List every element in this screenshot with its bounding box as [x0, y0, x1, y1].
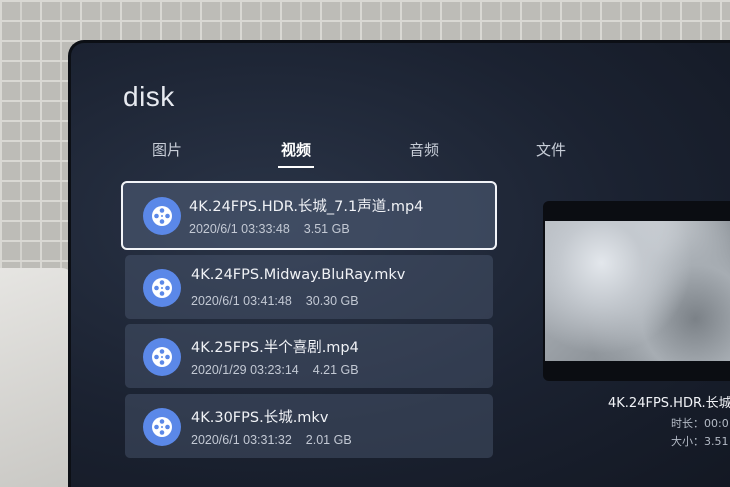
file-name: 4K.24FPS.HDR.长城_7.1声道.mp4: [189, 199, 424, 215]
list-item[interactable]: 4K.24FPS.Midway.BluRay.mkv 2020/6/1 03:4…: [125, 255, 493, 319]
preview-thumbnail: [545, 221, 730, 361]
file-name: 4K.30FPS.长城.mkv: [191, 410, 329, 426]
file-date: 2020/6/1 03:31:32: [191, 433, 292, 447]
file-meta: 2020/6/1 03:31:32 2.01 GB: [191, 433, 352, 447]
file-name: 4K.25FPS.半个喜剧.mp4: [191, 340, 359, 356]
file-meta: 2020/6/1 03:41:48 30.30 GB: [191, 294, 359, 308]
file-size: 3.51 GB: [303, 222, 350, 236]
file-date: 2020/6/1 03:33:48: [189, 222, 290, 236]
file-date: 2020/6/1 03:41:48: [191, 294, 292, 308]
page-title: disk: [123, 81, 175, 112]
list-item[interactable]: 4K.24FPS.HDR.长城_7.1声道.mp4 2020/6/1 03:33…: [121, 181, 497, 250]
video-reel-icon: [143, 338, 181, 376]
video-reel-icon: [143, 269, 181, 307]
video-preview[interactable]: [543, 201, 730, 381]
video-reel-icon: [143, 408, 181, 446]
file-name: 4K.24FPS.Midway.BluRay.mkv: [191, 267, 406, 283]
file-size: 4.21 GB: [312, 363, 359, 377]
video-reel-icon: [143, 197, 181, 235]
list-item[interactable]: 4K.25FPS.半个喜剧.mp4 2020/1/29 03:23:14 4.21…: [125, 324, 493, 388]
tv-screen: disk 图片 视频 音频 文件 4K.24FPS.HDR.长城_7.1声道.m…: [68, 40, 730, 487]
tab-audio[interactable]: 音频: [409, 139, 439, 160]
tab-files[interactable]: 文件: [536, 139, 566, 160]
file-size: 2.01 GB: [305, 433, 352, 447]
preview-title: 4K.24FPS.HDR.长城: [608, 396, 730, 411]
file-meta: 2020/1/29 03:23:14 4.21 GB: [191, 363, 359, 377]
file-size: 30.30 GB: [305, 294, 359, 308]
file-date: 2020/1/29 03:23:14: [191, 363, 299, 377]
file-meta: 2020/6/1 03:33:48 3.51 GB: [189, 222, 350, 236]
white-appliance: [0, 268, 72, 487]
preview-size: 大小：3.51: [671, 435, 729, 448]
tab-videos[interactable]: 视频: [277, 139, 315, 168]
tab-pictures[interactable]: 图片: [152, 139, 182, 160]
category-tabs: 图片 视频 音频 文件: [71, 139, 730, 169]
list-item[interactable]: 4K.30FPS.长城.mkv 2020/6/1 03:31:32 2.01 GB: [125, 394, 493, 458]
preview-duration: 时长：00:0: [671, 417, 729, 430]
